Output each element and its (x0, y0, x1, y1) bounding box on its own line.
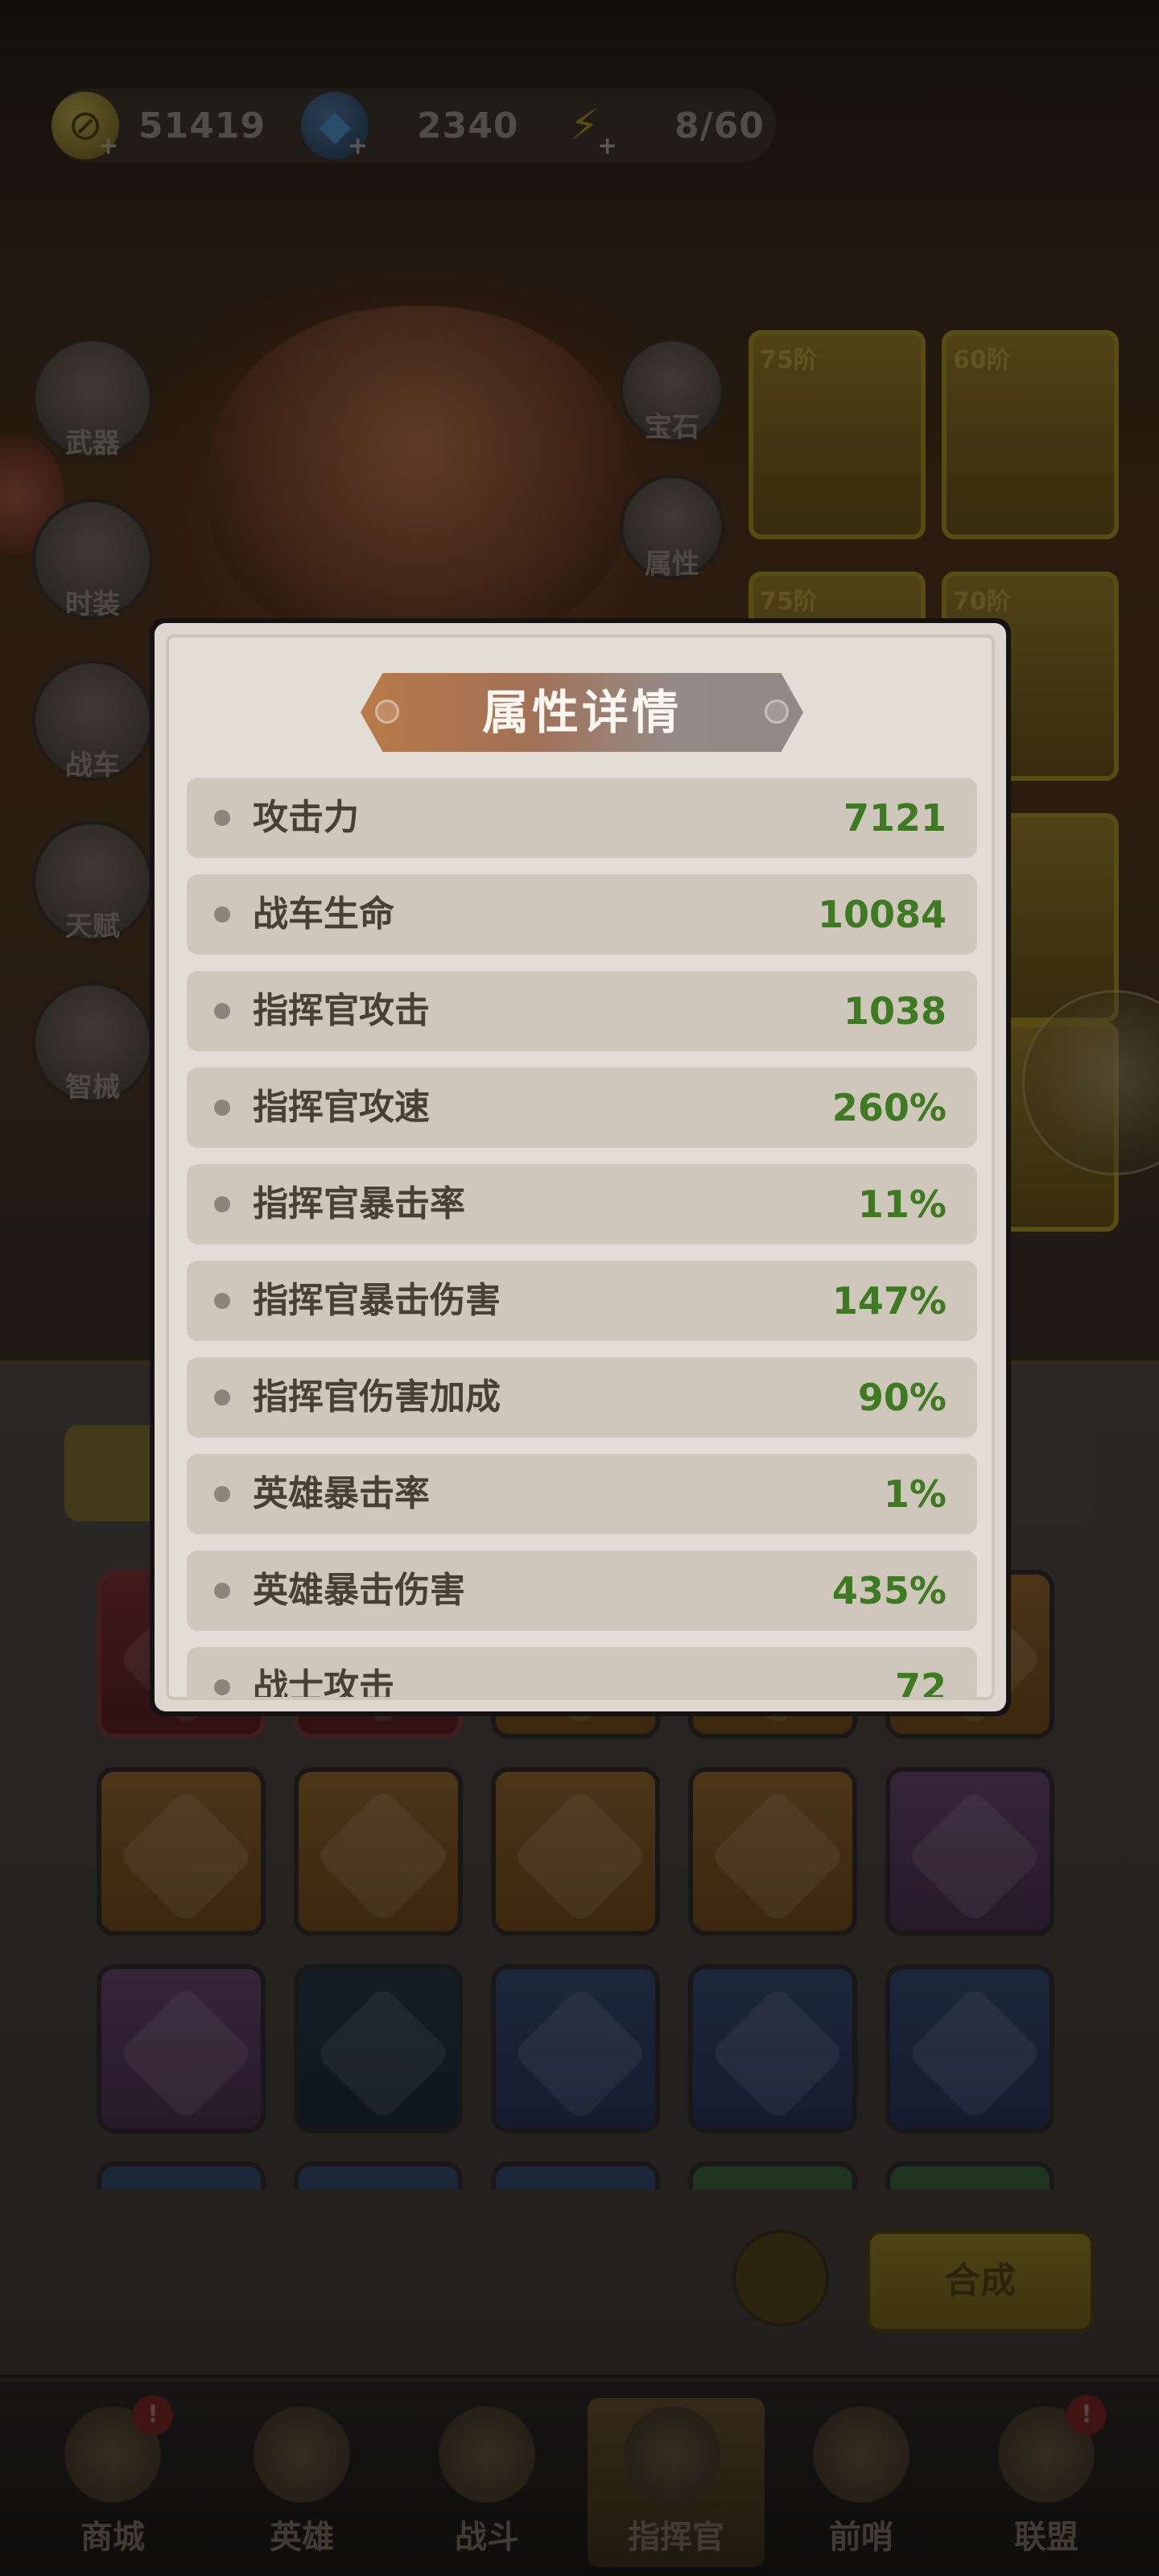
attribute-value: 260% (831, 1086, 947, 1129)
bullet-icon (214, 906, 230, 923)
bullet-icon (214, 1003, 230, 1019)
bullet-icon (214, 1196, 230, 1212)
game-screen: ⊘ + 51419 ◆ + 2340 ⚡ + 8/60 武器 时装 战车 天赋 … (0, 0, 1159, 2576)
attribute-row: 指挥官伤害加成 90% (187, 1357, 977, 1438)
attribute-row: 战车生命 10084 (187, 874, 977, 955)
attribute-dialog: 属性详情 攻击力 7121 战车生命 10084 指挥官攻击 1038 指挥官攻… (150, 618, 1011, 1716)
attribute-row: 英雄暴击伤害 435% (187, 1550, 977, 1631)
attribute-row: 指挥官暴击伤害 147% (187, 1261, 977, 1341)
attribute-name: 战车生命 (253, 894, 394, 935)
attribute-row: 指挥官攻击 1038 (187, 971, 977, 1051)
attribute-value: 1% (883, 1472, 947, 1516)
bullet-icon (214, 1389, 230, 1406)
dialog-title-ribbon: 属性详情 (361, 673, 803, 752)
attribute-name: 英雄暴击率 (253, 1473, 430, 1514)
bullet-icon (214, 1679, 230, 1695)
attribute-value: 10084 (817, 893, 947, 936)
bullet-icon (214, 1583, 230, 1599)
attribute-value: 147% (831, 1279, 947, 1323)
attribute-row: 攻击力 7121 (187, 778, 977, 858)
attribute-name: 攻击力 (253, 797, 359, 838)
bullet-icon (214, 810, 230, 826)
attribute-name: 指挥官暴击伤害 (253, 1280, 501, 1321)
dialog-body: 属性详情 攻击力 7121 战车生命 10084 指挥官攻击 1038 指挥官攻… (155, 623, 1006, 1711)
attribute-value: 11% (857, 1183, 947, 1226)
bullet-icon (214, 1100, 230, 1116)
attribute-name: 英雄暴击伤害 (253, 1570, 465, 1611)
attribute-row: 指挥官攻速 260% (187, 1067, 977, 1148)
attribute-name: 指挥官伤害加成 (253, 1377, 501, 1418)
dialog-frame: 属性详情 攻击力 7121 战车生命 10084 指挥官攻击 1038 指挥官攻… (166, 634, 995, 1700)
attribute-name: 指挥官攻速 (253, 1087, 430, 1128)
bullet-icon (214, 1293, 230, 1309)
attribute-value: 1038 (843, 989, 947, 1033)
attribute-list[interactable]: 攻击力 7121 战车生命 10084 指挥官攻击 1038 指挥官攻速 260… (187, 778, 977, 1700)
bullet-icon (214, 1486, 230, 1502)
attribute-value: 90% (857, 1376, 947, 1419)
attribute-value: 435% (831, 1569, 947, 1612)
dialog-title: 属性详情 (481, 685, 682, 740)
attribute-row: 指挥官暴击率 11% (187, 1164, 977, 1245)
attribute-row: 英雄暴击率 1% (187, 1454, 977, 1534)
attribute-row: 战士攻击 72 (187, 1647, 977, 1700)
attribute-name: 指挥官暴击率 (253, 1183, 465, 1224)
attribute-name: 指挥官攻击 (253, 990, 430, 1031)
attribute-value: 7121 (843, 796, 947, 840)
attribute-name: 战士攻击 (253, 1666, 394, 1700)
attribute-value: 72 (894, 1666, 947, 1700)
